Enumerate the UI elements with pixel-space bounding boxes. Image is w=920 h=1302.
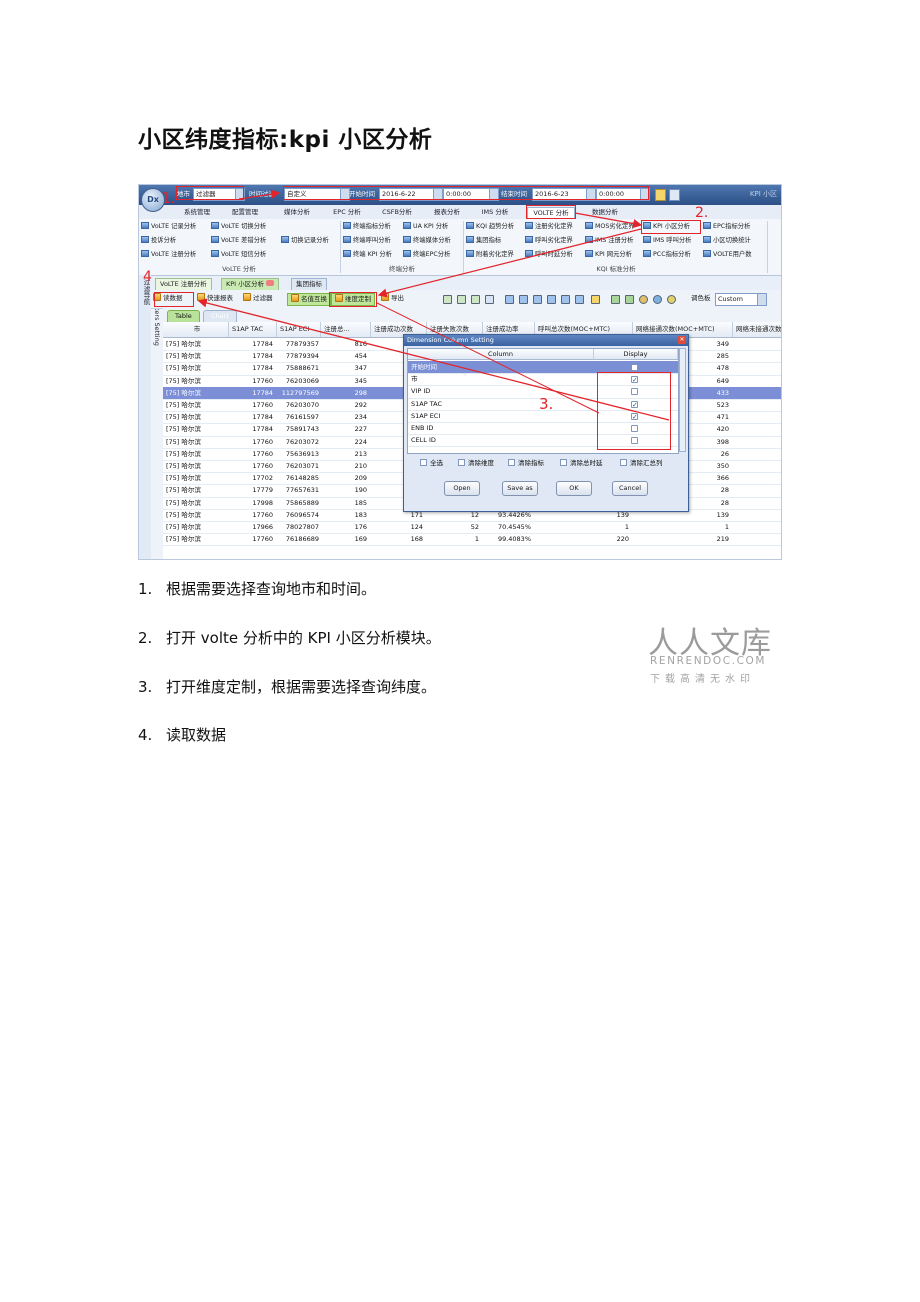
step-4: 4. 读取数据 bbox=[138, 726, 227, 744]
arrow-to-kpi-cell bbox=[574, 212, 643, 229]
step-3: 3. 打开维度定制，根据需要选择查询纬度。 bbox=[138, 678, 437, 696]
watermark-sub: 下载高清无水印 bbox=[650, 674, 755, 685]
arrow-to-read bbox=[197, 298, 670, 421]
app-screenshot: 地市 过滤器 时间过滤 自定义 开始时间 2016-6-22 0:00:00 结… bbox=[138, 184, 782, 560]
app-logo: Dx bbox=[141, 188, 165, 212]
page-title: 小区纬度指标:kpi 小区分析 bbox=[138, 127, 433, 153]
watermark-en: RENRENDOC.COM bbox=[650, 655, 767, 667]
arrow-to-dimension bbox=[377, 228, 642, 298]
arrow-to-dialog bbox=[376, 302, 600, 414]
step-2: 2. 打开 volte 分析中的 KPI 小区分析模块。 bbox=[138, 629, 441, 647]
annotation-arrows bbox=[197, 189, 670, 421]
step-1: 1. 根据需要选择查询地市和时间。 bbox=[138, 580, 377, 598]
arrow-to-time bbox=[238, 189, 281, 200]
